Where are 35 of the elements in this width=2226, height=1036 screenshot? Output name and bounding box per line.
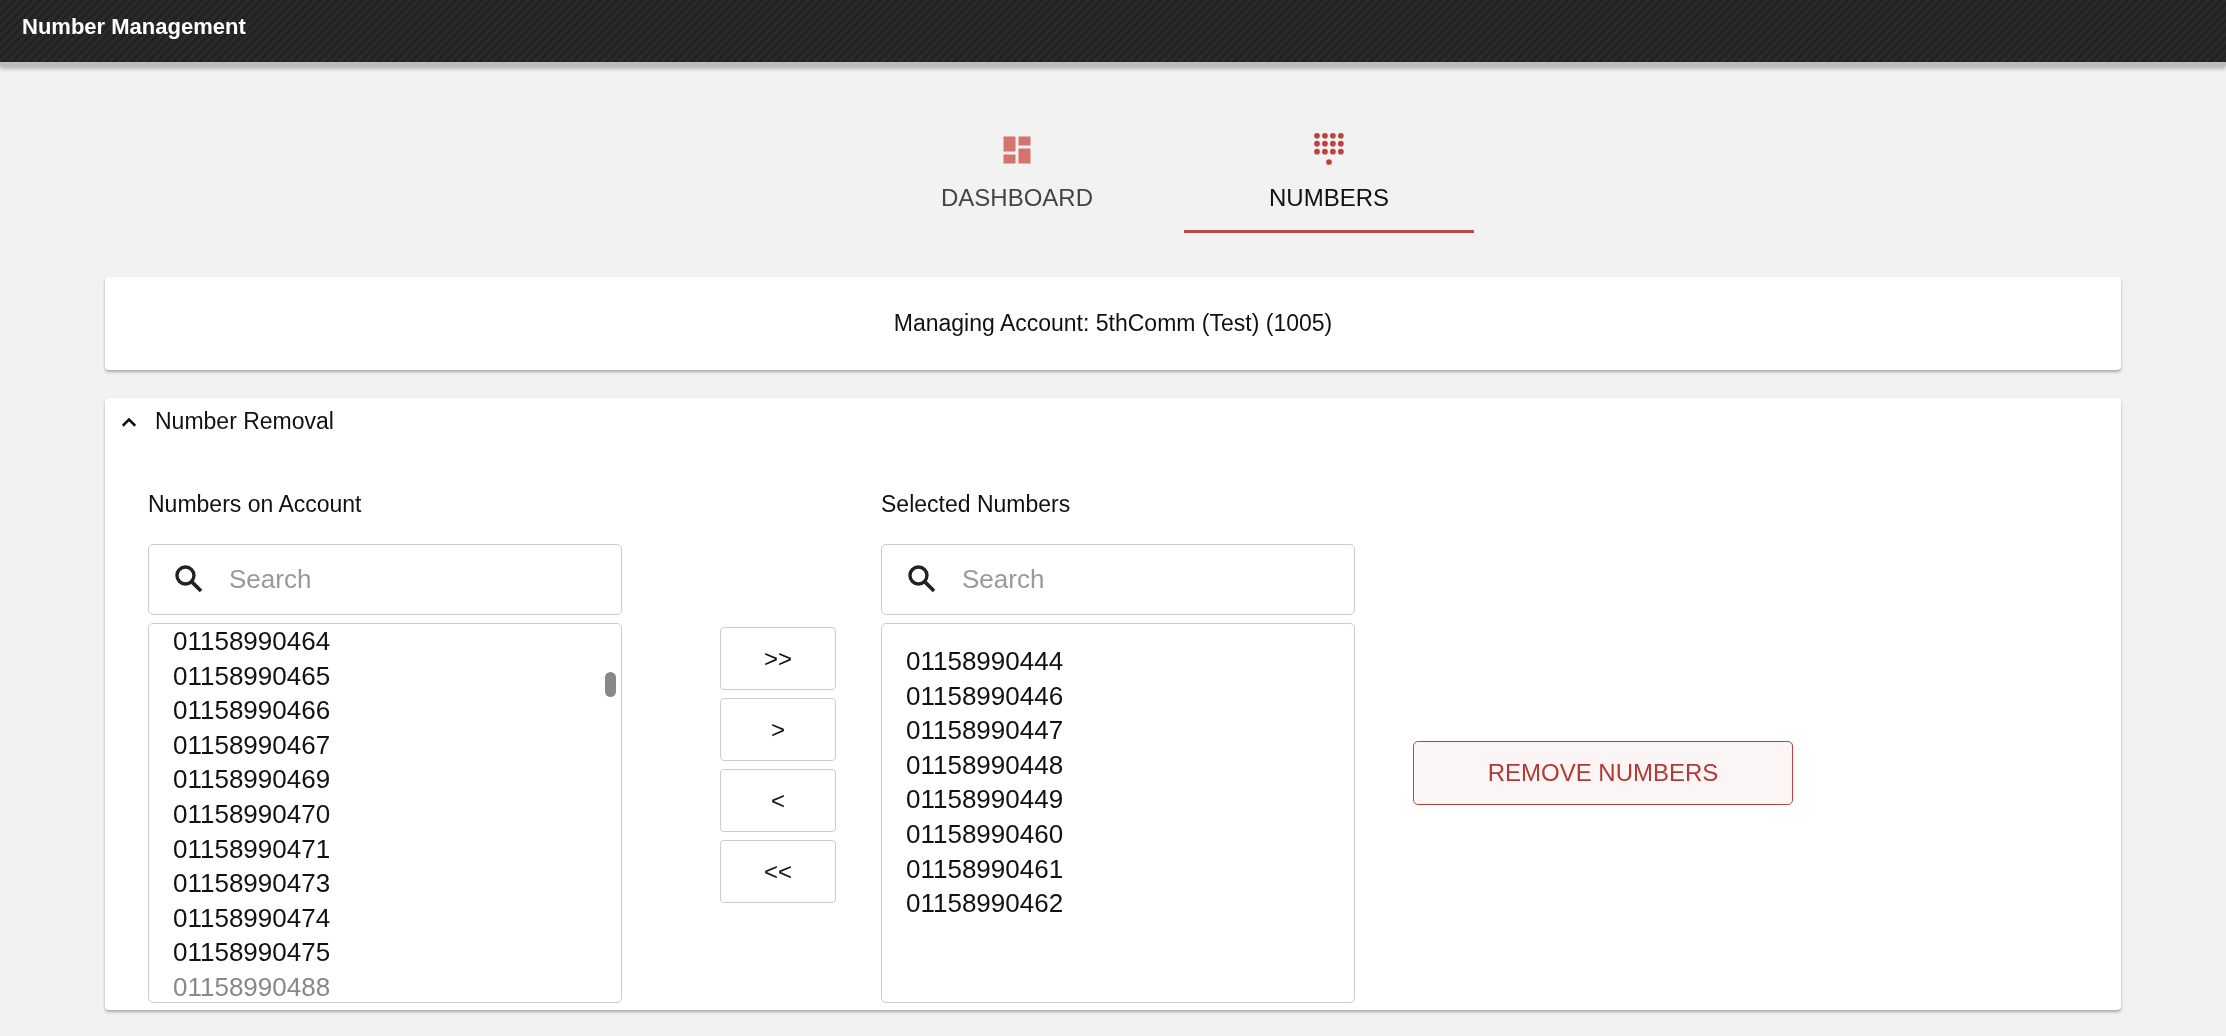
transfer-button[interactable]: > bbox=[720, 698, 836, 761]
number-item[interactable]: 01158990465 bbox=[173, 658, 597, 694]
number-item[interactable]: 01158990444 bbox=[906, 644, 1330, 679]
list-label: Selected Numbers bbox=[881, 491, 1072, 518]
search-field[interactable]: Search bbox=[148, 544, 622, 615]
scrollbar-thumb[interactable] bbox=[605, 672, 616, 697]
number-item[interactable]: 01158990469 bbox=[173, 762, 597, 797]
number-item[interactable]: 01158990475 bbox=[173, 935, 597, 970]
number-item[interactable]: 01158990464 bbox=[173, 624, 597, 659]
tab[interactable]: DASHBOARD bbox=[872, 122, 1162, 233]
number-item[interactable]: 01158990474 bbox=[173, 900, 597, 936]
number-item[interactable]: 01158990466 bbox=[173, 693, 597, 728]
number-item[interactable]: 01158990462 bbox=[906, 886, 1330, 921]
dialpad-icon bbox=[1311, 132, 1347, 168]
number-item[interactable]: 01158990471 bbox=[173, 831, 597, 867]
number-item[interactable]: 01158990448 bbox=[906, 747, 1330, 783]
transfer-button[interactable]: << bbox=[720, 840, 836, 903]
remove-numbers-button[interactable]: REMOVE NUMBERS bbox=[1413, 741, 1793, 805]
number-item[interactable]: 01158990446 bbox=[906, 678, 1330, 714]
number-item[interactable]: 01158990473 bbox=[173, 866, 597, 901]
transfer-button[interactable]: >> bbox=[720, 627, 836, 690]
panel-header[interactable]: Number Removal bbox=[105, 398, 348, 445]
number-item[interactable]: 01158990460 bbox=[906, 816, 1330, 852]
number-item[interactable]: 01158990488 bbox=[173, 969, 597, 1002]
number-item[interactable]: 01158990461 bbox=[906, 851, 1330, 887]
number-item[interactable]: 01158990470 bbox=[173, 796, 597, 832]
number-item[interactable]: 01158990447 bbox=[906, 713, 1330, 748]
tab[interactable]: NUMBERS bbox=[1184, 122, 1474, 233]
app-title: Number Management bbox=[22, 14, 246, 40]
list-label: Numbers on Account bbox=[148, 491, 363, 518]
number-item[interactable]: 01158990449 bbox=[906, 782, 1330, 817]
transfer-button[interactable]: < bbox=[720, 769, 836, 832]
account-text: Managing Account: 5thComm (Test) (1005) bbox=[893, 310, 1333, 337]
search-field[interactable]: Search bbox=[881, 544, 1355, 615]
number-item[interactable]: 01158990467 bbox=[173, 727, 597, 763]
